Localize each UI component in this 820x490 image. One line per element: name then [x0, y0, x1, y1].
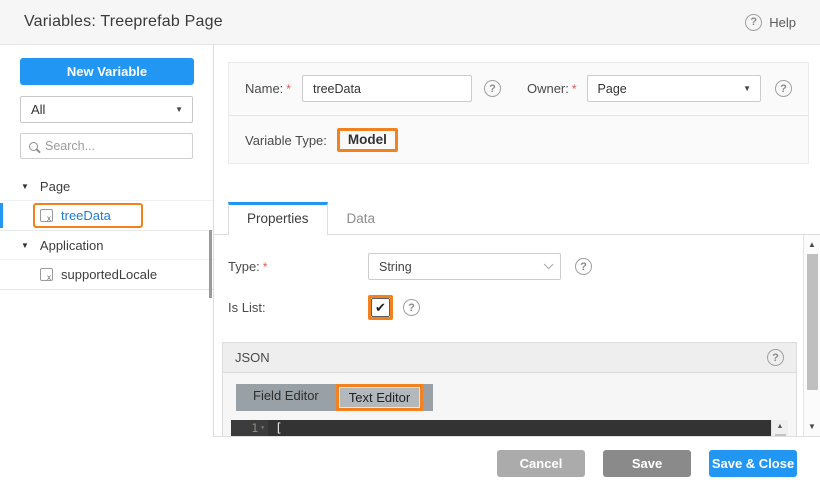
type-label: Type:* — [228, 259, 368, 274]
field-editor-button[interactable]: Field Editor — [236, 384, 336, 411]
page-title: Variables: Treeprefab Page — [24, 13, 223, 31]
variable-filter-select[interactable]: All ▼ — [20, 96, 193, 123]
tree-item-treedata[interactable]: treeData — [0, 201, 213, 231]
json-code-editor[interactable]: 1▾[2▾··{3····"id": 1,4····"title": "1. d… — [231, 420, 771, 436]
variables-sidebar: New Variable All ▼ Search... ▼ Page tree… — [0, 45, 214, 437]
json-panel: JSON Field Editor Text Editor — [222, 342, 797, 436]
chevron-down-icon — [544, 259, 554, 269]
required-marker: * — [286, 82, 291, 96]
variable-editor-main: Name: * Owner: * Page ▼ Variable Type: M… — [214, 45, 820, 437]
editor-mode-toggle: Field Editor Text Editor — [236, 384, 433, 411]
type-select[interactable]: String — [368, 253, 561, 280]
search-placeholder: Search... — [45, 139, 95, 153]
editor-scrollbar: ▲ — [771, 420, 788, 436]
required-marker: * — [572, 82, 577, 96]
variable-summary-card: Name: * Owner: * Page ▼ Variable Type: M… — [228, 62, 809, 164]
text-editor-button[interactable]: Text Editor — [339, 387, 420, 408]
cancel-button[interactable]: Cancel — [497, 450, 585, 477]
tree-item-label: supportedLocale — [61, 267, 157, 282]
divider — [229, 115, 808, 116]
scroll-up-arrow-icon[interactable]: ▲ — [772, 423, 788, 430]
is-list-help-icon[interactable] — [403, 299, 420, 316]
panel-scrollbar: ▲ ▼ — [803, 235, 820, 436]
editor-scrollbar-thumb[interactable] — [775, 434, 786, 436]
tree-group-application[interactable]: ▼ Application — [0, 231, 213, 260]
selected-indicator — [0, 203, 3, 228]
type-help-icon[interactable] — [575, 258, 592, 275]
annotation-box: Model — [337, 128, 398, 152]
variable-icon — [40, 268, 53, 281]
name-help-icon[interactable] — [484, 80, 501, 97]
tree-item-supportedlocale[interactable]: supportedLocale — [0, 260, 213, 290]
name-field[interactable] — [302, 75, 472, 102]
properties-viewport: Type:* String Is List: ✔ J — [214, 235, 820, 437]
help-icon — [745, 14, 762, 31]
help-link[interactable]: Help — [745, 14, 796, 31]
owner-help-icon[interactable] — [775, 80, 792, 97]
annotation-box: ✔ — [368, 295, 393, 320]
tree-group-label: Page — [40, 179, 70, 194]
variable-type-label: Variable Type: — [245, 133, 327, 148]
json-section-title: JSON — [235, 350, 270, 365]
tab-properties[interactable]: Properties — [228, 202, 328, 235]
annotation-box: Text Editor — [336, 384, 423, 411]
json-help-icon[interactable] — [767, 349, 784, 366]
panel-scrollbar-thumb[interactable] — [807, 254, 818, 390]
save-and-close-button[interactable]: Save & Close — [709, 450, 797, 477]
owner-label: Owner: — [527, 81, 569, 96]
code-lines: 1▾[2▾··{3····"id": 1,4····"title": "1. d… — [231, 420, 771, 436]
owner-value: Page — [598, 82, 627, 96]
editor-tabbar: Properties Data — [214, 199, 820, 235]
scroll-up-arrow-icon[interactable]: ▲ — [804, 240, 820, 249]
variable-type-value: Model — [340, 131, 395, 148]
variable-icon — [40, 209, 53, 222]
sidebar-scrollbar-thumb[interactable] — [209, 230, 212, 298]
toggle-tail — [423, 384, 433, 411]
tree-group-page[interactable]: ▼ Page — [0, 172, 213, 201]
search-input[interactable]: Search... — [20, 133, 193, 159]
name-label: Name: — [245, 81, 283, 96]
new-variable-button[interactable]: New Variable — [20, 58, 194, 85]
search-icon — [29, 142, 38, 151]
type-value: String — [379, 260, 412, 274]
tab-data[interactable]: Data — [328, 203, 395, 234]
required-marker: * — [263, 260, 268, 274]
collapse-arrow-icon: ▼ — [21, 182, 29, 191]
dropdown-arrow-icon: ▼ — [743, 84, 751, 93]
dropdown-arrow-icon: ▼ — [175, 105, 183, 114]
owner-select[interactable]: Page ▼ — [587, 75, 761, 102]
tree-item-label: treeData — [61, 208, 111, 223]
variables-tree: ▼ Page treeData ▼ Application supportedL… — [0, 172, 213, 290]
save-button[interactable]: Save — [603, 450, 691, 477]
collapse-arrow-icon: ▼ — [21, 241, 29, 250]
action-footer: Cancel Save Save & Close — [0, 437, 820, 490]
help-label: Help — [769, 15, 796, 30]
tree-group-label: Application — [40, 238, 104, 253]
is-list-checkbox[interactable]: ✔ — [371, 298, 390, 317]
scroll-down-arrow-icon[interactable]: ▼ — [804, 422, 820, 431]
filter-value: All — [31, 102, 45, 117]
is-list-label: Is List: — [228, 300, 368, 315]
app-header: Variables: Treeprefab Page Help — [0, 0, 820, 45]
